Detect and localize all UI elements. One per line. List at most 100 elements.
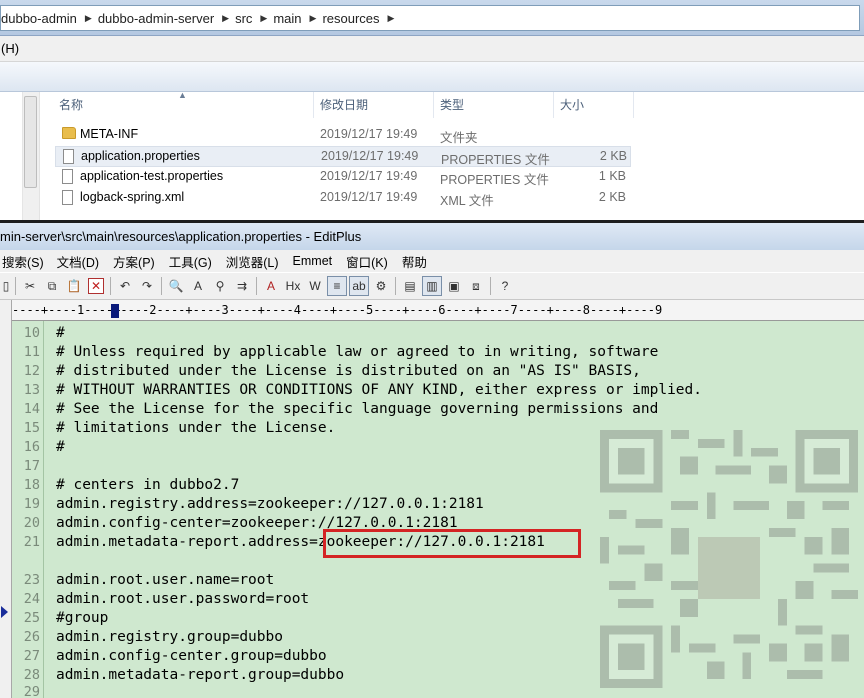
file-name: application-test.properties <box>80 169 224 183</box>
code-line[interactable]: admin.config-center.group=dubbo <box>56 647 327 666</box>
menu-window[interactable]: 窗口(K) <box>339 252 395 271</box>
code-line[interactable]: # centers in dubbo2.7 <box>56 476 239 495</box>
directory-pane-edge[interactable] <box>0 300 12 698</box>
chevron-right-icon[interactable]: ▶ <box>83 13 94 24</box>
folder-icon <box>62 127 76 139</box>
code-line[interactable]: admin.registry.group=dubbo <box>56 628 283 647</box>
chevron-right-icon[interactable]: ▶ <box>258 13 269 24</box>
toolbar-separator <box>161 277 162 295</box>
chevron-right-icon[interactable]: ▶ <box>386 13 397 24</box>
file-date: 2019/12/17 19:49 <box>321 149 419 163</box>
find-icon[interactable]: 🔍 <box>166 276 186 296</box>
qr-code-watermark <box>600 430 858 688</box>
file-type: XML 文件 <box>440 194 494 208</box>
file-icon <box>63 149 74 164</box>
window-title: min-server\src\main\resources\applicatio… <box>0 223 864 250</box>
menu-document[interactable]: 文档(D) <box>50 252 106 271</box>
menu-search[interactable]: 搜索(S) <box>0 252 50 271</box>
menu-emmet[interactable]: Emmet <box>286 254 340 268</box>
code-line[interactable]: admin.metadata-report.group=dubbo <box>56 666 344 685</box>
line-number: 26 <box>23 629 40 645</box>
navigation-pane-scrollbar[interactable] <box>0 92 40 220</box>
browser-preview-icon[interactable]: ⧈ <box>466 276 486 296</box>
breadcrumb[interactable]: dubbo-admin ▶ dubbo-admin-server ▶ src ▶… <box>0 5 860 31</box>
toolbar-overflow-icon[interactable]: ▯ <box>1 276 11 296</box>
file-name: application.properties <box>81 149 200 163</box>
line-number: 25 <box>23 610 40 626</box>
paste-icon[interactable]: 📋 <box>64 276 84 296</box>
html-toolbar-icon[interactable]: Hx <box>283 276 303 296</box>
directory-window-icon[interactable]: ▥ <box>422 276 442 296</box>
code-line[interactable]: # distributed under the License is distr… <box>56 362 641 381</box>
menu-help[interactable]: 帮助 <box>395 252 434 271</box>
file-size: 1 KB <box>598 169 626 183</box>
address-bar-area: dubbo-admin ▶ dubbo-admin-server ▶ src ▶… <box>0 0 864 36</box>
toolbar-separator <box>15 277 16 295</box>
menu-help[interactable]: (H) <box>0 41 19 56</box>
file-type: PROPERTIES 文件 <box>441 153 550 167</box>
column-header-type[interactable]: 类型 <box>434 92 554 118</box>
line-number: 12 <box>23 363 40 379</box>
toolbar-separator <box>490 277 491 295</box>
document-selector-icon[interactable]: ▤ <box>400 276 420 296</box>
file-size: 2 KB <box>598 190 626 204</box>
file-name: logback-spring.xml <box>80 190 185 204</box>
file-icon <box>62 190 73 205</box>
file-date: 2019/12/17 19:49 <box>320 169 418 183</box>
toolbar-separator <box>395 277 396 295</box>
breadcrumb-item[interactable]: src <box>231 11 258 26</box>
code-line[interactable]: # WITHOUT WARRANTIES OR CONDITIONS OF AN… <box>56 381 702 400</box>
chevron-right-icon[interactable]: ▶ <box>220 13 231 24</box>
output-window-icon[interactable]: ▣ <box>444 276 464 296</box>
breadcrumb-item[interactable]: dubbo-admin-server <box>94 11 220 26</box>
code-line[interactable]: # <box>56 438 65 457</box>
find-in-files-icon[interactable]: ⚲ <box>210 276 230 296</box>
file-type: 文件夹 <box>440 131 478 145</box>
menu-browser[interactable]: 浏览器(L) <box>219 252 286 271</box>
line-number-icon[interactable]: ≡ <box>327 276 347 296</box>
breadcrumb-item[interactable]: main <box>269 11 307 26</box>
breadcrumb-item[interactable]: dubbo-admin <box>1 11 83 26</box>
line-number: 23 <box>23 572 40 588</box>
file-row[interactable]: application.properties 2019/12/17 19:49 … <box>55 146 631 167</box>
file-row[interactable]: logback-spring.xml 2019/12/17 19:49 XML … <box>55 188 631 209</box>
ruler-icon[interactable]: ab <box>349 276 369 296</box>
code-line[interactable]: #group <box>56 609 108 628</box>
menu-tools[interactable]: 工具(G) <box>162 252 219 271</box>
file-type: PROPERTIES 文件 <box>440 173 549 187</box>
redo-icon[interactable]: ↷ <box>137 276 157 296</box>
gear-icon[interactable]: ⚙ <box>371 276 391 296</box>
breadcrumb-item[interactable]: resources <box>318 11 385 26</box>
copy-icon[interactable]: ⧉ <box>42 276 62 296</box>
file-row[interactable]: application-test.properties 2019/12/17 1… <box>55 167 631 188</box>
file-row[interactable]: META-INF 2019/12/17 19:49 文件夹 <box>55 125 631 146</box>
line-number: 16 <box>23 439 40 455</box>
column-header-size[interactable]: 大小 <box>554 92 634 118</box>
column-header-name[interactable]: 名称 <box>53 92 314 118</box>
toolbar-separator <box>110 277 111 295</box>
code-line[interactable]: admin.registry.address=zookeeper://127.0… <box>56 495 484 514</box>
replace-icon[interactable]: A <box>188 276 208 296</box>
code-line[interactable]: # See the License for the specific langu… <box>56 400 658 419</box>
goto-icon[interactable]: ⇉ <box>232 276 252 296</box>
code-line[interactable]: # Unless required by applicable law or a… <box>56 343 658 362</box>
toolbar-separator <box>256 277 257 295</box>
delete-icon[interactable]: ✕ <box>86 276 106 296</box>
chevron-right-icon[interactable]: ▶ <box>308 13 319 24</box>
line-number: 15 <box>23 420 40 436</box>
code-line[interactable]: admin.root.user.password=root <box>56 590 309 609</box>
code-line[interactable]: # limitations under the License. <box>56 419 335 438</box>
column-header-date[interactable]: 修改日期 <box>314 92 434 118</box>
ruler-cursor-marker <box>111 304 119 318</box>
cut-icon[interactable]: ✂ <box>20 276 40 296</box>
code-line[interactable]: admin.root.user.name=root <box>56 571 274 590</box>
font-icon[interactable]: A <box>261 276 281 296</box>
help-icon[interactable]: ? <box>495 276 515 296</box>
menu-project[interactable]: 方案(P) <box>106 252 162 271</box>
line-number: 21 <box>23 534 40 550</box>
scrollbar-thumb[interactable] <box>24 96 37 188</box>
undo-icon[interactable]: ↶ <box>115 276 135 296</box>
code-line[interactable]: # <box>56 324 65 343</box>
word-wrap-icon[interactable]: W <box>305 276 325 296</box>
editplus-menubar: 搜索(S) 文档(D) 方案(P) 工具(G) 浏览器(L) Emmet 窗口(… <box>0 250 864 272</box>
